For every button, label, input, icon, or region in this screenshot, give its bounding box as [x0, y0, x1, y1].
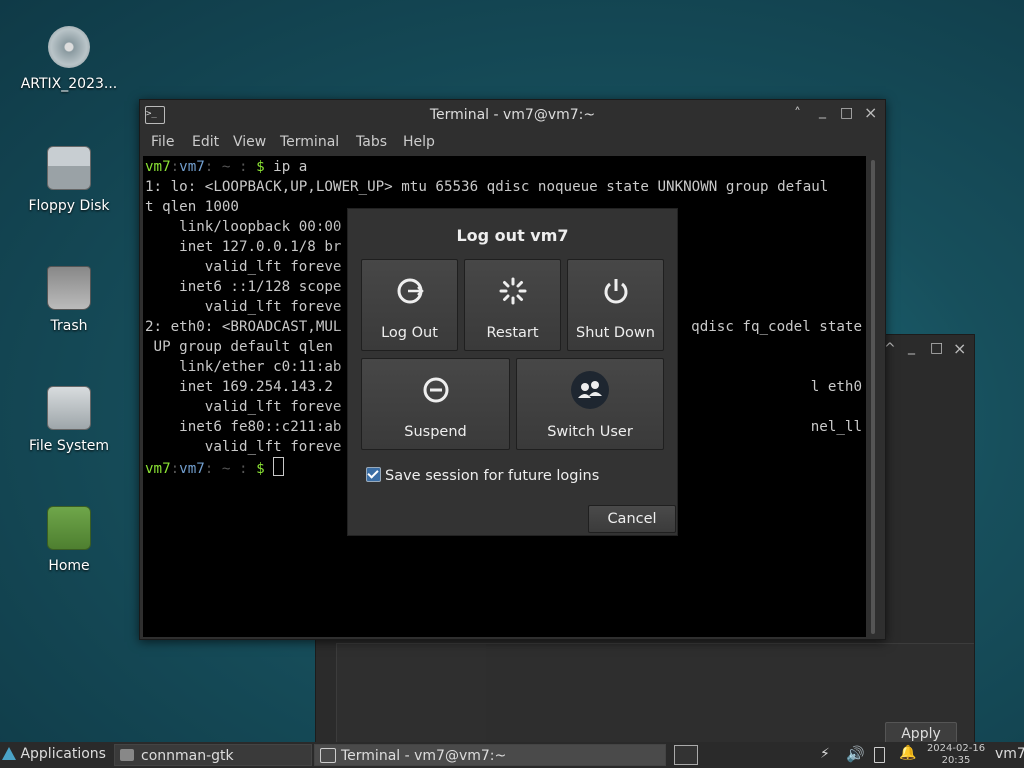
taskbar: Applications connman-gtk Terminal - vm7@… — [0, 742, 1024, 768]
output-line: UP group default qlen — [145, 339, 333, 355]
output-line: link/ether c0:11:ab — [145, 359, 342, 375]
output-line: inet 127.0.0.1/8 br — [145, 239, 342, 255]
terminal-app-icon — [320, 748, 336, 763]
desktop-icon-label: Floppy Disk — [28, 198, 110, 214]
applications-label: Applications — [20, 746, 106, 762]
desktop-icon-label: Trash — [50, 318, 88, 334]
prompt-line: vm7:vm7: ~ : $ ip a — [145, 159, 308, 175]
text-cursor — [273, 457, 285, 476]
restart-icon — [499, 277, 526, 305]
output-line-right: qdisc fq_codel state — [691, 319, 862, 335]
logout-icon — [397, 278, 424, 304]
output-line: inet6 ::1/128 scope — [145, 279, 342, 295]
workspace-switcher[interactable] — [674, 745, 698, 765]
suspend-button[interactable]: Suspend — [361, 358, 510, 450]
window-shade-button[interactable]: ˄ — [794, 106, 801, 122]
output-line: inet 169.254.143.2 — [145, 379, 333, 395]
switch-user-icon — [571, 371, 609, 409]
save-session-label: Save session for future logins — [385, 468, 600, 484]
terminal-scrollbar[interactable] — [871, 160, 875, 634]
desktop-icon-label: File System — [28, 438, 110, 454]
switch-user-label: Switch User — [547, 424, 633, 440]
output-line: valid_lft foreve — [145, 399, 342, 415]
task-connman[interactable]: connman-gtk — [114, 744, 312, 766]
volume-icon[interactable]: 🔊 — [846, 745, 865, 763]
user-menu[interactable]: vm7 — [995, 746, 1024, 762]
task-terminal-label: Terminal - vm7@vm7:~ — [341, 748, 507, 764]
disc-icon — [48, 26, 90, 68]
prompt-line: vm7:vm7: ~ : $ — [145, 457, 285, 479]
drive-icon — [47, 386, 91, 430]
suspend-icon — [423, 377, 448, 403]
trash-icon — [47, 266, 91, 310]
menu-terminal[interactable]: Terminal — [280, 134, 339, 150]
desktop-icon-filesystem[interactable]: File System — [14, 386, 124, 454]
connman-sidebar-pane — [336, 643, 488, 747]
logout-label: Log Out — [381, 325, 438, 341]
window-maximize-button[interactable]: □ — [840, 105, 853, 121]
floppy-icon — [47, 146, 91, 190]
window-minimize-button[interactable]: _ — [908, 339, 915, 355]
suspend-label: Suspend — [404, 424, 467, 440]
artix-logo-icon — [2, 747, 16, 760]
output-line: valid_lft foreve — [145, 259, 342, 275]
terminal-menubar: File Edit View Terminal Tabs Help — [140, 130, 885, 156]
logout-dialog: Log out vm7 Log Out Restart Shut Down Su… — [347, 208, 678, 536]
restart-label: Restart — [486, 325, 539, 341]
desktop-icon-label: Home — [48, 558, 90, 574]
desktop-icon-trash[interactable]: Trash — [14, 266, 124, 334]
window-close-button[interactable]: × — [864, 103, 877, 122]
desktop-icon-label: ARTIX_2023... — [20, 76, 118, 92]
applications-menu[interactable]: Applications — [2, 746, 106, 762]
clock[interactable]: 2024-02-16 20:35 — [926, 743, 986, 767]
desktop-icon-artix[interactable]: ARTIX_2023... — [14, 26, 124, 92]
clock-date: 2024-02-16 — [926, 743, 986, 754]
terminal-title: Terminal - vm7@vm7:~ — [429, 107, 596, 123]
notifications-icon[interactable]: 🔔 — [899, 745, 916, 761]
menu-file[interactable]: File — [151, 134, 174, 150]
command-text: ip a — [273, 159, 308, 175]
task-terminal[interactable]: Terminal - vm7@vm7:~ — [314, 744, 666, 766]
dialog-title: Log out vm7 — [456, 226, 569, 245]
output-line: valid_lft foreve — [145, 299, 342, 315]
cancel-button[interactable]: Cancel — [588, 505, 676, 533]
clock-time: 20:35 — [941, 755, 971, 766]
shutdown-button[interactable]: Shut Down — [567, 259, 664, 351]
output-line: inet6 fe80::c211:ab — [145, 419, 342, 435]
desktop-icon-home[interactable]: Home — [14, 506, 124, 574]
window-minimize-button[interactable]: _ — [819, 103, 826, 119]
menu-tabs[interactable]: Tabs — [356, 134, 387, 150]
output-line: 1: lo: <LOOPBACK,UP,LOWER_UP> mtu 65536 … — [145, 179, 829, 195]
save-session-checkbox[interactable]: Save session for future logins — [366, 467, 599, 484]
window-close-button[interactable]: × — [953, 339, 966, 358]
home-folder-icon — [47, 506, 91, 550]
logout-button[interactable]: Log Out — [361, 259, 458, 351]
output-line: t qlen 1000 — [145, 199, 239, 215]
menu-view[interactable]: View — [233, 134, 266, 150]
network-icon[interactable]: ⚡ — [820, 746, 836, 762]
desktop-icon-floppy[interactable]: Floppy Disk — [14, 146, 124, 214]
checkbox-checked-icon — [366, 467, 381, 482]
task-connman-label: connman-gtk — [141, 748, 234, 764]
output-line-right: nel_ll — [810, 419, 862, 435]
switch-user-button[interactable]: Switch User — [516, 358, 664, 450]
battery-icon[interactable] — [874, 747, 885, 763]
output-line: link/loopback 00:00 — [145, 219, 342, 235]
terminal-titlebar[interactable]: >_ Terminal - vm7@vm7:~ ˄ _ □ × — [140, 100, 885, 130]
network-app-icon — [120, 749, 134, 761]
power-icon — [604, 279, 627, 304]
output-line: 2: eth0: <BROADCAST,MUL — [145, 319, 342, 335]
menu-edit[interactable]: Edit — [192, 134, 219, 150]
output-line-right: l eth0 — [810, 379, 862, 395]
window-maximize-button[interactable]: □ — [930, 340, 943, 356]
menu-help[interactable]: Help — [403, 134, 435, 150]
restart-button[interactable]: Restart — [464, 259, 561, 351]
shutdown-label: Shut Down — [576, 325, 655, 341]
output-line: valid_lft foreve — [145, 439, 342, 455]
